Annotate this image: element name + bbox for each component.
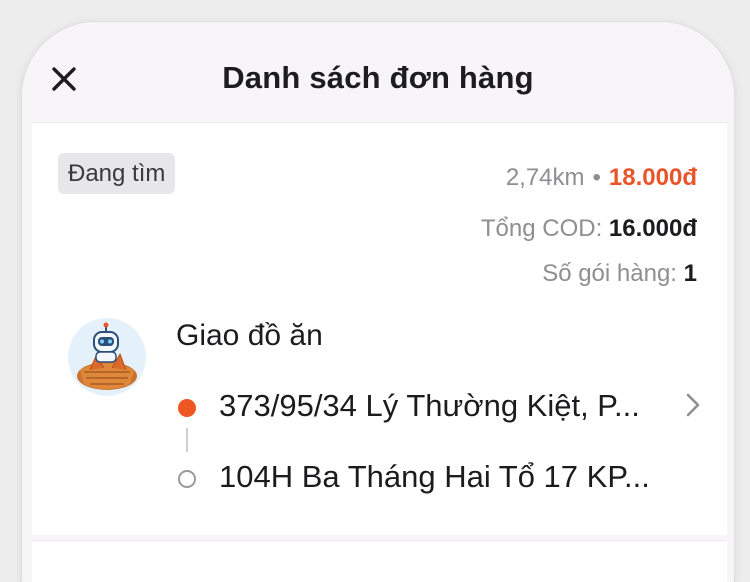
next-order-card[interactable] xyxy=(32,540,727,582)
route-connector xyxy=(186,428,188,452)
dropoff-address: 104H Ba Tháng Hai Tổ 17 KP... xyxy=(219,459,650,494)
chevron-right-icon xyxy=(686,393,700,417)
order-detail-button[interactable] xyxy=(685,392,701,418)
dropoff-marker-icon xyxy=(178,470,196,488)
page-title: Danh sách đơn hàng xyxy=(222,60,534,95)
distance-text: 2,74km xyxy=(505,164,585,191)
order-card[interactable]: Đang tìm 2,74km • 18.000đ Tổng COD: 16.000… xyxy=(32,122,727,535)
robot-food-avatar-icon xyxy=(68,318,146,396)
package-count-line: Số gói hàng: 1 xyxy=(542,260,697,288)
pickup-address: 373/95/34 Lý Thường Kiệt, P... xyxy=(219,388,640,423)
separator-dot: • xyxy=(592,164,601,191)
cod-label: Tổng COD: xyxy=(480,215,603,242)
package-count-label: Số gói hàng: xyxy=(542,260,677,287)
delivery-fee: 18.000đ xyxy=(608,164,697,191)
pickup-marker-icon xyxy=(178,399,196,417)
header-bar: Danh sách đơn hàng xyxy=(22,22,734,118)
status-badge: Đang tìm xyxy=(58,153,176,194)
service-name: Giao đồ ăn xyxy=(176,319,323,352)
cod-line: Tổng COD: 16.000đ xyxy=(481,215,697,243)
app-screen: Danh sách đơn hàng Đang tìm 2,74km • 18.00… xyxy=(22,22,734,582)
package-count-value: 1 xyxy=(683,260,697,287)
distance-price-line: 2,74km • 18.000đ xyxy=(506,164,697,192)
cod-value: 16.000đ xyxy=(608,215,697,242)
